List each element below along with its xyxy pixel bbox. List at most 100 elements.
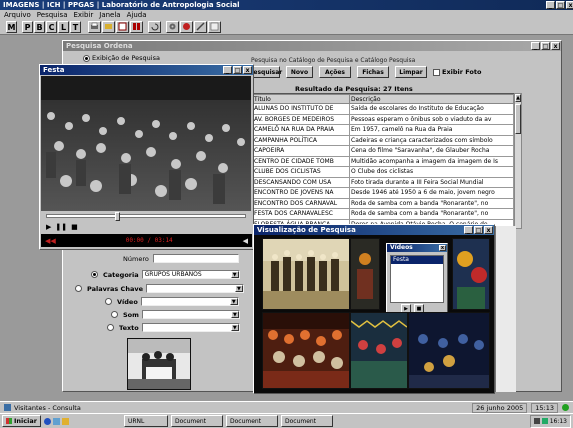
ie-icon[interactable] (43, 417, 51, 425)
gallery-photo-2[interactable] (350, 238, 380, 310)
close-icon[interactable]: x (484, 226, 493, 234)
table-row[interactable]: DESCANSANDO COM USA Foto tirada durante a… (252, 176, 514, 188)
fullscreen-icon[interactable]: ◀ (243, 237, 248, 245)
gallery-photo-6[interactable] (408, 312, 490, 389)
toolbar-button-b[interactable]: B (34, 20, 45, 33)
player-time: 00:00 / 03:14 (125, 237, 173, 244)
maximize-icon[interactable]: □ (233, 66, 242, 74)
video-field[interactable]: ▼ (140, 297, 239, 306)
close-icon[interactable]: x (439, 245, 446, 251)
menu-exibir[interactable]: Exibir (73, 11, 93, 19)
window-icon[interactable] (116, 20, 129, 33)
keywords-radio-icon[interactable] (75, 285, 82, 292)
sound-radio-icon[interactable] (111, 311, 118, 318)
maximize-icon[interactable]: □ (474, 226, 483, 234)
number-field[interactable] (152, 254, 239, 263)
print-icon[interactable] (88, 20, 101, 33)
chevron-down-icon[interactable]: ▼ (230, 324, 239, 331)
actions-button[interactable]: Ações (319, 66, 351, 78)
folder-icon[interactable] (102, 20, 115, 33)
seek-thumb[interactable] (115, 212, 120, 221)
table-row[interactable]: CAMPANHA POLÍTICA Cadeiras e criança cara… (252, 134, 514, 146)
video-radio-icon[interactable] (105, 298, 112, 305)
table-row[interactable]: AV. BORGES DE MEDEIROS Pessoas esperam o … (252, 113, 514, 125)
table-row[interactable]: CLUBE DOS CICLISTAS O Clube dos ciclistas (252, 166, 514, 178)
desktop-icon[interactable] (52, 417, 60, 425)
play-icon[interactable]: ▶ (46, 223, 51, 231)
taskbar-item-urnl[interactable]: URNL (123, 415, 168, 427)
chevron-down-icon[interactable]: ▼ (230, 311, 239, 318)
toolbar-button-m[interactable]: M (6, 20, 17, 33)
outlook-icon[interactable] (61, 417, 69, 425)
video-frame[interactable] (41, 76, 251, 211)
minimize-icon[interactable]: _ (531, 42, 540, 50)
menu-janela[interactable]: Janela (99, 11, 120, 19)
close-icon[interactable]: x (243, 66, 252, 74)
maximize-icon[interactable]: □ (541, 42, 550, 50)
text-radio-icon[interactable] (107, 324, 114, 331)
taskbar-item-document-1[interactable]: Document (170, 415, 223, 427)
toolbar-button-l[interactable]: L (58, 20, 69, 33)
number-label: Número (123, 254, 149, 263)
table-row[interactable]: CAPOEIRA Cena do filme "Saravanha", de Gl… (252, 145, 514, 157)
clear-button[interactable]: Limpar (395, 66, 427, 78)
table-row[interactable]: FESTA DOS CARNAVALESC Roda de samba com a… (252, 208, 514, 220)
table-row[interactable]: ALUNAS DO INSTITUTO DE Saída de escolares… (252, 103, 514, 115)
text-field[interactable]: ▼ (141, 323, 240, 332)
close-icon[interactable]: x (566, 1, 573, 9)
taskbar-item-document-2[interactable]: Document (225, 415, 278, 427)
videos-list-item[interactable]: Festa (391, 256, 443, 264)
close-icon[interactable]: x (551, 42, 560, 50)
undo-icon[interactable] (148, 20, 161, 33)
gallery-photo-5[interactable] (350, 312, 408, 389)
table-row[interactable]: ENCONTRO DOS CARNAVAL Roda de samba com a… (252, 197, 514, 209)
tools-icon[interactable] (194, 20, 207, 33)
volume-icon[interactable]: ◀◀ (45, 237, 56, 245)
menu-pesquisa[interactable]: Pesquisa (37, 11, 68, 19)
sound-field[interactable]: ▼ (141, 310, 240, 319)
table-row[interactable]: ENCONTRO DE JOVENS NA Desde 1946 até 1950… (252, 187, 514, 199)
network-tray-icon[interactable] (541, 418, 548, 424)
show-photo-checkbox[interactable]: Exibir Foto (433, 68, 481, 76)
pause-icon[interactable]: ❚❚ (55, 223, 67, 231)
minimize-icon[interactable]: _ (223, 66, 232, 74)
stop-icon[interactable]: ■ (71, 223, 78, 231)
chevron-down-icon[interactable]: ▼ (234, 285, 243, 292)
keywords-field[interactable]: ▼ (145, 284, 244, 293)
menu-ajuda[interactable]: Ajuda (127, 11, 147, 19)
chevron-down-icon[interactable]: ▼ (230, 271, 239, 278)
toolbar-button-p[interactable]: P (22, 20, 33, 33)
gallery-photo-1[interactable] (262, 238, 350, 310)
settings-icon[interactable] (166, 20, 179, 33)
help-icon[interactable] (208, 20, 221, 33)
tile-icon[interactable] (130, 20, 143, 33)
minimize-icon[interactable]: _ (464, 226, 473, 234)
table-row[interactable]: CENTRO DE CIDADE TOMB Multidão acompanha … (252, 155, 514, 167)
column-header-title[interactable]: Título (252, 94, 350, 104)
taskbar-item-document-3[interactable]: Document (280, 415, 333, 427)
results-scrollbar[interactable]: ▲ (514, 93, 522, 229)
category-select[interactable]: GRUPOS URBANOS ▼ (141, 270, 240, 279)
toolbar-button-t[interactable]: T (70, 20, 81, 33)
menu-arquivo[interactable]: Arquivo (4, 11, 31, 19)
start-button[interactable]: Iniciar (2, 415, 41, 427)
search-display-radio[interactable]: Exibição de Pesquisa (83, 54, 160, 62)
gallery-photo-4[interactable] (262, 312, 350, 389)
records-button[interactable]: Fichas (357, 66, 389, 78)
volume-tray-icon[interactable] (533, 418, 540, 424)
seek-bar[interactable] (46, 212, 246, 221)
category-radio-icon[interactable] (91, 271, 98, 278)
keywords-row: Palavras Chave ▼ (75, 284, 244, 293)
chevron-down-icon[interactable]: ▼ (229, 298, 238, 305)
new-button[interactable]: Novo (286, 66, 313, 78)
table-row[interactable]: CAMELÔ NA RUA DA PRAIA Em 1957, camelô na… (252, 124, 514, 136)
palette-icon[interactable] (180, 20, 193, 33)
column-header-description[interactable]: Descrição (349, 94, 514, 104)
toolbar-button-c[interactable]: C (46, 20, 57, 33)
gallery-photo-3[interactable] (452, 238, 490, 310)
video-window-title: Festa (43, 66, 65, 74)
scroll-thumb[interactable] (515, 104, 521, 134)
scroll-up-icon[interactable]: ▲ (515, 94, 521, 102)
minimize-icon[interactable]: _ (546, 1, 555, 9)
maximize-icon[interactable]: □ (556, 1, 565, 9)
